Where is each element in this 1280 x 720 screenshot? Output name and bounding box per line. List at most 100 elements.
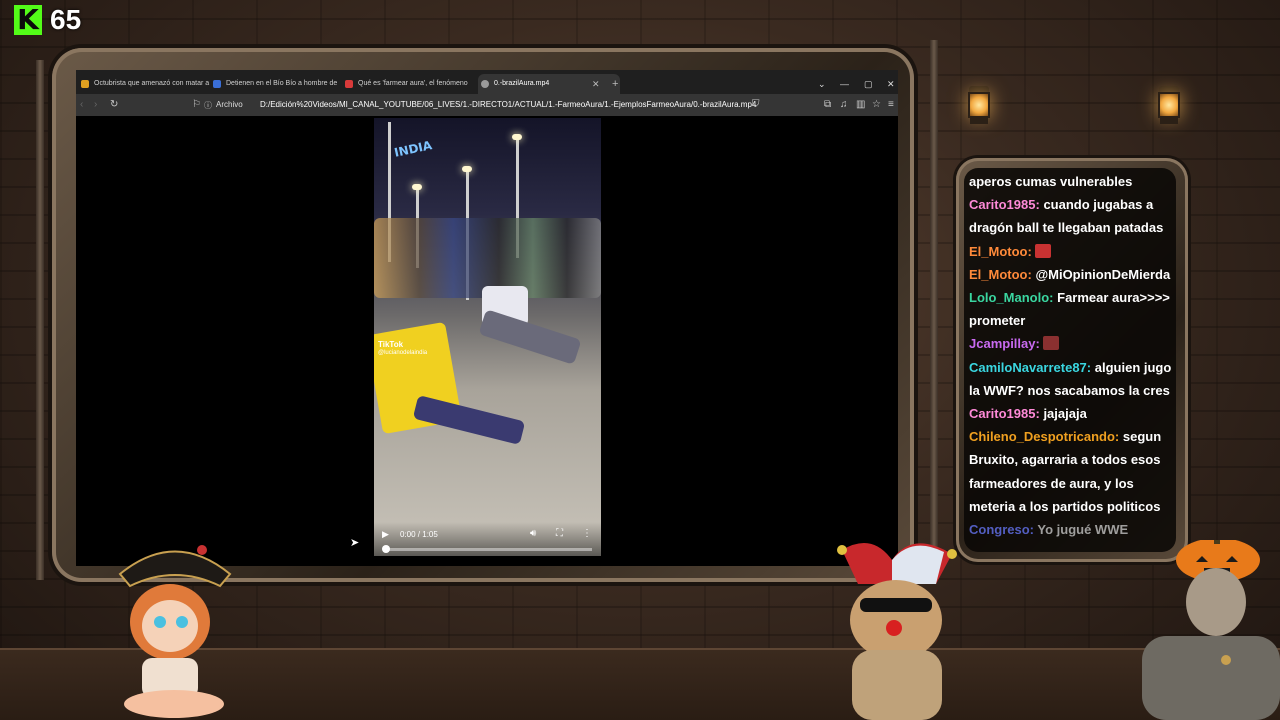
tab-title: Octubrista que amenazó con matar a [94, 80, 210, 87]
chat-text: la WWF? nos sacabamos la cres [969, 382, 1170, 398]
chat-panel: aperos cumas vulnerables Carito1985: cuan… [964, 168, 1176, 552]
chat-username[interactable]: El_Motoo [969, 244, 1028, 259]
more-options-icon[interactable]: ⋮ [582, 528, 592, 539]
new-tab-button[interactable]: + [612, 74, 618, 94]
chat-message: El_Motoo: [969, 242, 1176, 262]
tab-bar: Octubrista que amenazó con matar a Detie… [76, 70, 898, 94]
chat-username[interactable]: Chileno_Despotricando [969, 429, 1115, 444]
tab-title: Detienen en el Bío Bío a hombre de [226, 80, 338, 87]
wall-lamp-icon [1156, 86, 1182, 126]
tiktok-username: @lucianodelaindia [378, 350, 428, 356]
video-progress-thumb[interactable] [382, 545, 390, 553]
chat-text: prometer [969, 313, 1026, 329]
bookmark-icon[interactable]: ⚐ [192, 99, 201, 111]
reload-icon[interactable]: ↻ [110, 99, 118, 111]
tab-2[interactable]: Detienen en el Bío Bío a hombre de [210, 74, 346, 94]
chat-text: Bruxito, agarraria a todos esos [969, 452, 1161, 468]
chat-text: segun [1122, 429, 1162, 445]
chat-text: meteria a los partidos politicos [969, 498, 1161, 514]
chat-username[interactable]: Carito1985 [969, 197, 1035, 212]
news-favicon-icon [345, 80, 353, 88]
chat-message: Bruxito, agarraria a todos esos [969, 450, 1176, 470]
stadium-light [412, 184, 422, 190]
chat-username[interactable]: El_Motoo [969, 267, 1028, 282]
chat-message: Jcampillay: [969, 334, 1176, 354]
menu-icon[interactable]: ≡ [888, 99, 894, 111]
chat-text: aperos cumas vulnerables [969, 174, 1133, 189]
maximize-icon[interactable]: ▢ [864, 74, 873, 94]
viewer-count: 65 [50, 4, 82, 35]
fullscreen-icon[interactable]: ⛶ [556, 528, 563, 539]
tab-list-chevron-icon[interactable]: ⌄ [818, 74, 826, 94]
extensions-icon[interactable]: ⧉ [824, 99, 831, 111]
chat-text: Yo jugué WWE [1037, 522, 1129, 537]
chat-username[interactable]: Lolo_Manolo [969, 290, 1049, 305]
chat-message: Carito1985: jajajaja [969, 404, 1176, 424]
chat-username[interactable]: CamiloNavarrete87 [969, 360, 1087, 375]
viewer-badge: K 65 [14, 4, 81, 36]
chat-username[interactable]: Carito1985 [969, 406, 1035, 421]
pipe-right [930, 40, 938, 560]
media-icon[interactable]: ♫ [840, 99, 848, 111]
chat-text: dragón ball te llegaban patadas [969, 220, 1164, 236]
general-portrait-with-pumpkin [1142, 540, 1280, 720]
chat-message: meteria a los partidos politicos [969, 497, 1176, 517]
chat-message: El_Motoo: @MiOpinionDeMierda [969, 265, 1176, 285]
chat-message: la WWF? nos sacabamos la cres [969, 381, 1176, 401]
close-window-icon[interactable]: ✕ [887, 74, 895, 94]
video-progress-bar[interactable] [382, 545, 592, 553]
chat-message: dragón ball te llegaban patadas [969, 218, 1176, 238]
chat-text: farmeadores de aura, y los [969, 475, 1134, 491]
chat-message: prometer [969, 311, 1176, 331]
stadium-light [462, 166, 472, 172]
shield-icon[interactable]: ⛉ [752, 99, 760, 111]
info-icon[interactable]: ⓘ [204, 100, 212, 112]
tab-4-active[interactable]: 0.-brazilAura.mp4 ✕ [478, 74, 620, 94]
kick-logo-icon: K [14, 5, 42, 35]
video-overlay-badge: INDIA [392, 138, 434, 160]
chat-message: farmeadores de aura, y los [969, 474, 1176, 494]
pipe-left [36, 60, 44, 580]
dog-jester-mascot [837, 542, 957, 720]
video-controls: ▶ 0:00 / 1:05 🔊︎ ⛶ ⋮ [374, 522, 601, 556]
pirate-mascot [118, 545, 232, 718]
chat-text: alguien jugo [1094, 359, 1172, 375]
tab-title: 0.-brazilAura.mp4 [494, 80, 550, 87]
video-player[interactable]: INDIA TikTok @lucianodelaindia ▶ 0:00 / … [374, 118, 601, 556]
chat-message: Congreso: Yo jugué WWE [969, 520, 1176, 540]
play-icon[interactable]: ▶ [382, 529, 389, 540]
favorites-icon[interactable]: ☆ [872, 99, 881, 111]
chat-emote-icon [1035, 243, 1052, 258]
close-tab-icon[interactable]: ✕ [592, 74, 600, 94]
dancer-yellow-legs [412, 395, 526, 445]
wall-lamp-icon [966, 86, 992, 126]
chat-username[interactable]: Congreso [969, 522, 1030, 537]
chat-separator: : [1035, 336, 1044, 352]
tab-3[interactable]: Qué es 'farmear aura', el fenómeno [342, 74, 484, 94]
video-time: 0:00 / 1:05 [400, 530, 438, 539]
dancer-legs [478, 309, 582, 365]
address-bar[interactable]: D:/Edición%20Videos/MI_CANAL_YOUTUBE/06_… [260, 99, 756, 111]
chat-text: jajajaja [1043, 406, 1087, 421]
tab-title: Qué es 'farmear aura', el fenómeno [358, 80, 468, 87]
tiktok-watermark: TikTok [378, 340, 404, 349]
minimize-icon[interactable]: — [840, 74, 849, 94]
address-label: Archivo [216, 100, 243, 109]
chat-message: aperos cumas vulnerables [969, 172, 1176, 192]
browser-toolbar: ‹ › ↻ ⚐ ⓘ Archivo D:/Edición%20Videos/MI… [76, 94, 898, 116]
volume-icon[interactable]: 🔊︎ [530, 528, 536, 539]
chat-username[interactable]: Jcampillay [969, 336, 1036, 351]
chat-text: Farmear aura>>>> [1057, 290, 1170, 305]
news-favicon-icon [213, 80, 221, 88]
news-favicon-icon [81, 80, 89, 88]
chat-separator: : [1114, 429, 1123, 445]
chat-separator: : [1049, 290, 1058, 305]
chat-message: Lolo_Manolo: Farmear aura>>>> [969, 288, 1176, 308]
chat-text: cuando jugabas a [1043, 197, 1154, 213]
chat-message: Chileno_Despotricando: segun [969, 427, 1176, 447]
tab-1[interactable]: Octubrista que amenazó con matar a [78, 74, 218, 94]
forward-icon[interactable]: › [94, 99, 97, 111]
back-icon[interactable]: ‹ [80, 99, 83, 111]
chat-emote-icon [1043, 336, 1060, 351]
sidebar-icon[interactable]: ▥ [856, 99, 865, 111]
